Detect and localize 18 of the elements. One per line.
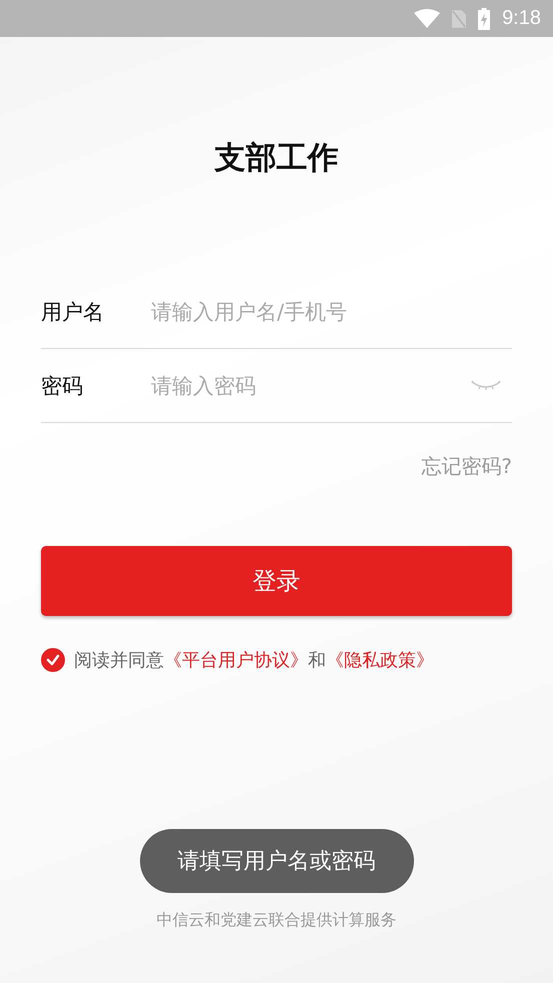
agreement-text: 和 — [308, 649, 326, 672]
footer-text: 中信云和党建云联合提供计算服务 — [156, 910, 396, 931]
input-field[interactable]: 请输入密码 — [151, 374, 470, 398]
agreement-checkbox[interactable] — [41, 648, 65, 672]
wifi-icon — [414, 8, 440, 28]
app-title: 支部工作 — [214, 139, 338, 178]
input-field[interactable]: 请输入用户名/手机号 — [151, 300, 512, 324]
field-label: 密码 — [41, 372, 84, 400]
field-label: 用户名 — [41, 298, 105, 326]
privacy-policy-link[interactable]: 《隐私政策》 — [326, 648, 434, 672]
login-button[interactable]: 登录 — [41, 546, 512, 616]
toast-message: 请填写用户名或密码 — [140, 829, 414, 893]
battery-charging-icon — [478, 8, 490, 30]
clock-time: 9:18 — [502, 7, 541, 30]
forgot-password-link[interactable]: 忘记密码? — [421, 453, 512, 480]
agreement-text: 阅读并同意 — [74, 649, 164, 672]
user-agreement-link[interactable]: 《平台用户协议》 — [164, 648, 308, 672]
no-sim-icon — [452, 10, 466, 28]
